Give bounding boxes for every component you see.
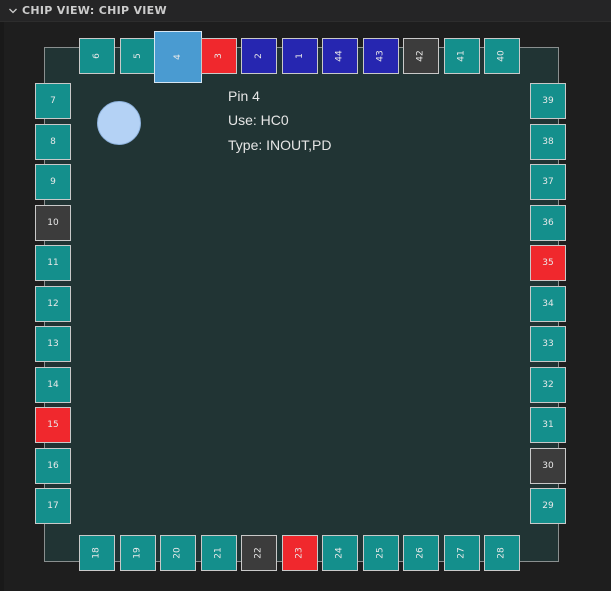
pin-label: 14 [47, 379, 59, 390]
pin-41[interactable]: 41 [443, 38, 480, 74]
pin-label: 25 [375, 547, 386, 559]
pin-label: 32 [542, 379, 554, 390]
pin-label: 43 [375, 50, 386, 62]
pin-label: 44 [334, 50, 345, 62]
pin-label: 26 [415, 547, 426, 559]
pin-label: 10 [47, 217, 59, 228]
pin-31[interactable]: 31 [530, 407, 566, 443]
pin-label: 9 [50, 177, 56, 187]
pin-13[interactable]: 13 [35, 326, 71, 362]
pin-label: 29 [542, 501, 554, 511]
pin-label: 17 [47, 501, 59, 511]
pin-label: 24 [334, 547, 345, 559]
pin-label: 37 [542, 177, 554, 187]
pin-label: 18 [91, 547, 102, 559]
pin-28[interactable]: 28 [484, 535, 520, 571]
chevron-down-icon[interactable] [8, 6, 18, 16]
pin-11[interactable]: 11 [35, 245, 71, 281]
pin-label: 22 [253, 547, 264, 559]
pin-38[interactable]: 38 [530, 123, 566, 160]
pin-label: 7 [50, 96, 56, 106]
pin-21[interactable]: 21 [200, 535, 237, 571]
pin1-marker [97, 101, 141, 145]
pin-label: 23 [294, 547, 305, 559]
pin-label: 20 [172, 547, 183, 559]
pin-label: 4 [172, 54, 183, 60]
pin-16[interactable]: 16 [35, 447, 71, 484]
pin-4[interactable]: 4 [154, 31, 202, 83]
pin-5[interactable]: 5 [119, 38, 156, 74]
pin-25[interactable]: 25 [362, 535, 399, 571]
pin-10[interactable]: 10 [35, 204, 71, 241]
pin-label: 41 [456, 50, 467, 62]
pin-label: 28 [496, 547, 507, 559]
pin-3[interactable]: 3 [200, 38, 237, 74]
pin-label: 15 [47, 420, 59, 430]
pin-33[interactable]: 33 [530, 326, 566, 362]
pin-label: 11 [47, 258, 59, 268]
pin-32[interactable]: 32 [530, 366, 566, 403]
pin-42[interactable]: 42 [403, 38, 439, 74]
pin-label: 19 [132, 547, 143, 559]
pin-14[interactable]: 14 [35, 366, 71, 403]
pin-7[interactable]: 7 [35, 83, 71, 119]
pin-24[interactable]: 24 [322, 535, 358, 571]
panel-header[interactable]: CHIP VIEW: CHIP VIEW [0, 0, 611, 22]
pin-30[interactable]: 30 [530, 447, 566, 484]
pin-label: 13 [47, 339, 59, 349]
pin-label: 33 [542, 339, 554, 349]
pin-1[interactable]: 1 [281, 38, 318, 74]
pin-37[interactable]: 37 [530, 164, 566, 200]
pin-label: 38 [542, 136, 554, 147]
pin-12[interactable]: 12 [35, 285, 71, 322]
pin-23[interactable]: 23 [281, 535, 318, 571]
pin-43[interactable]: 43 [362, 38, 399, 74]
pin-15[interactable]: 15 [35, 407, 71, 443]
pin-label: 42 [415, 50, 426, 62]
pin-19[interactable]: 19 [119, 535, 156, 571]
pin-label: 1 [294, 53, 305, 59]
pin-35[interactable]: 35 [530, 245, 566, 281]
pin-label: 36 [542, 217, 554, 228]
pin-label: 39 [542, 96, 554, 106]
pin-2[interactable]: 2 [241, 38, 277, 74]
pin-39[interactable]: 39 [530, 83, 566, 119]
pin-6[interactable]: 6 [79, 38, 115, 74]
pin-8[interactable]: 8 [35, 123, 71, 160]
pin-label: 5 [132, 53, 143, 59]
panel-title: CHIP VIEW: CHIP VIEW [22, 4, 167, 17]
pin-44[interactable]: 44 [322, 38, 358, 74]
panel-edge [0, 22, 4, 591]
pin-label: 40 [496, 50, 507, 62]
pin-info-use: Use: HC0 [228, 112, 289, 128]
pin-27[interactable]: 27 [443, 535, 480, 571]
pin-40[interactable]: 40 [484, 38, 520, 74]
pin-label: 3 [213, 53, 224, 59]
pin-label: 35 [542, 258, 554, 268]
pin-label: 34 [542, 298, 554, 309]
pin-label: 30 [542, 460, 554, 471]
pin-9[interactable]: 9 [35, 164, 71, 200]
pin-label: 8 [50, 136, 56, 147]
pin-info-name: Pin 4 [228, 88, 260, 104]
pin-20[interactable]: 20 [160, 535, 196, 571]
pin-36[interactable]: 36 [530, 204, 566, 241]
pin-22[interactable]: 22 [241, 535, 277, 571]
pin-label: 31 [542, 420, 554, 430]
pin-label: 12 [47, 298, 59, 309]
pin-29[interactable]: 29 [530, 488, 566, 524]
pin-label: 16 [47, 460, 59, 471]
pin-17[interactable]: 17 [35, 488, 71, 524]
pin-26[interactable]: 26 [403, 535, 439, 571]
pin-18[interactable]: 18 [79, 535, 115, 571]
pin-label: 27 [456, 547, 467, 559]
pin-info-type: Type: INOUT,PD [228, 137, 332, 153]
pin-34[interactable]: 34 [530, 285, 566, 322]
pin-label: 21 [213, 547, 224, 559]
pin-label: 6 [91, 53, 102, 59]
pin-label: 2 [253, 53, 264, 59]
